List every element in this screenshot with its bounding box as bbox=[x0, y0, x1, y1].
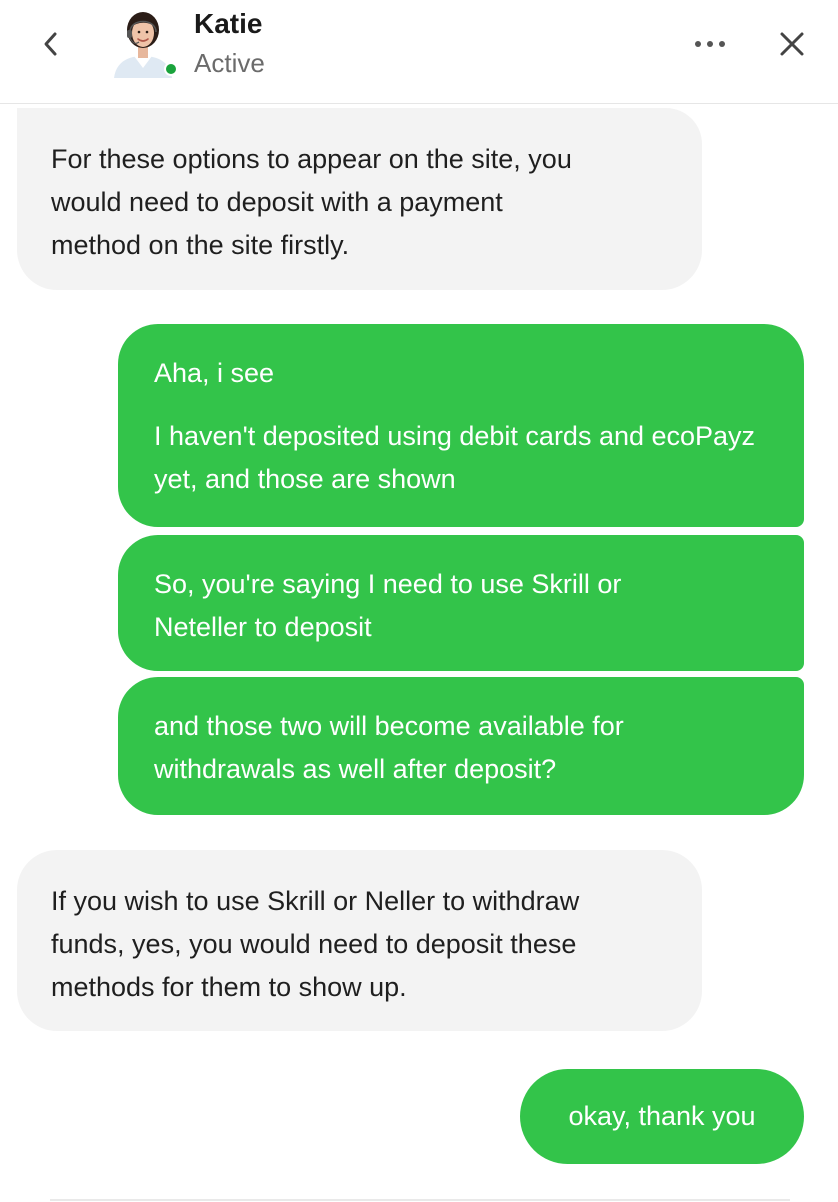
chevron-left-icon bbox=[44, 32, 57, 56]
message-line: So, you're saying I need to use Skrill o… bbox=[154, 569, 622, 599]
message-line: method on the site firstly. bbox=[51, 230, 350, 260]
composer-divider bbox=[50, 1199, 790, 1201]
message-line: and those two will become available for bbox=[154, 711, 624, 741]
chat-header: Katie Active bbox=[0, 0, 838, 104]
more-horizontal-icon bbox=[695, 41, 725, 47]
message-line: For these options to appear on the site,… bbox=[51, 144, 572, 174]
user-message: Aha, i see I haven't deposited using deb… bbox=[118, 324, 804, 527]
user-message: So, you're saying I need to use Skrill o… bbox=[118, 535, 804, 671]
agent-message: For these options to appear on the site,… bbox=[17, 108, 702, 290]
more-options-button[interactable] bbox=[688, 24, 732, 64]
message-paragraph: I haven't deposited using debit cards an… bbox=[154, 421, 756, 494]
message-line: would need to deposit with a payment bbox=[51, 187, 503, 217]
message-line: methods for them to show up. bbox=[51, 972, 407, 1002]
agent-message: If you wish to use Skrill or Neller to w… bbox=[17, 850, 702, 1031]
message-line: Neteller to deposit bbox=[154, 612, 372, 642]
user-message: okay, thank you bbox=[520, 1069, 804, 1164]
message-paragraph: Aha, i see bbox=[154, 358, 275, 388]
agent-name: Katie bbox=[194, 8, 263, 39]
user-message: and those two will become available for … bbox=[118, 677, 804, 815]
close-button[interactable] bbox=[770, 22, 814, 66]
back-button[interactable] bbox=[32, 24, 68, 64]
message-line: okay, thank you bbox=[568, 1101, 756, 1131]
message-line: funds, yes, you would need to deposit th… bbox=[51, 929, 577, 959]
online-status-dot bbox=[164, 62, 178, 76]
agent-status: Active bbox=[194, 48, 265, 78]
message-line: withdrawals as well after deposit? bbox=[154, 754, 557, 784]
agent-avatar bbox=[108, 6, 178, 78]
message-line: If you wish to use Skrill or Neller to w… bbox=[51, 886, 580, 916]
close-icon bbox=[780, 32, 804, 56]
